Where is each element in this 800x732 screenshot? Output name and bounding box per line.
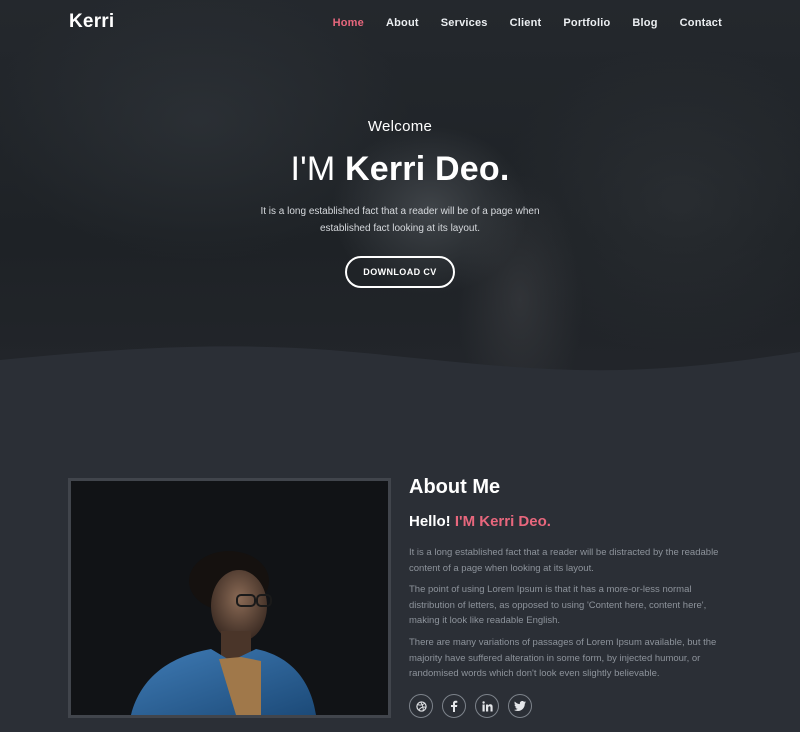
twitter-icon[interactable]: [508, 694, 532, 718]
about-title-bold: About: [409, 476, 467, 498]
hero-section: Kerri Home About Services Client Portfol…: [0, 0, 800, 400]
download-cv-button[interactable]: DOWNLOAD CV: [345, 256, 455, 288]
about-title-rest: Me: [466, 476, 501, 498]
nav-menu: Home About Services Client Portfolio Blo…: [311, 17, 722, 29]
dribbble-icon[interactable]: [409, 694, 433, 718]
hero-title-prefix: I'M: [290, 150, 345, 188]
logo[interactable]: Kerri: [69, 11, 114, 33]
about-hello-name: I'M Kerri Deo.: [454, 513, 551, 530]
nav-item-client[interactable]: Client: [510, 17, 542, 29]
nav-item-portfolio[interactable]: Portfolio: [563, 17, 610, 29]
linkedin-icon[interactable]: [475, 694, 499, 718]
person-portrait-image: [71, 481, 388, 715]
about-paragraph-2: The point of using Lorem Ipsum is that i…: [409, 584, 707, 626]
nav-item-contact[interactable]: Contact: [680, 17, 722, 29]
hero-welcome: Welcome: [367, 118, 433, 135]
hero-title: I'M Kerri Deo.: [0, 150, 800, 189]
about-hello-prefix: Hello!: [409, 513, 455, 530]
nav-item-services[interactable]: Services: [441, 17, 488, 29]
hero-description: It is a long established fact that a rea…: [260, 206, 540, 234]
facebook-icon[interactable]: [442, 694, 466, 718]
about-paragraph-1: It is a long established fact that a rea…: [409, 547, 719, 574]
hero-title-name: Kerri Deo.: [345, 150, 510, 188]
nav-item-home[interactable]: Home: [333, 17, 364, 29]
social-links: [409, 694, 532, 718]
about-hello: Hello! I'M Kerri Deo.: [409, 513, 551, 530]
about-photo: [68, 478, 391, 718]
nav-item-blog[interactable]: Blog: [632, 17, 657, 29]
nav-item-about[interactable]: About: [386, 17, 419, 29]
navbar: Kerri Home About Services Client Portfol…: [0, 0, 800, 48]
about-paragraph-3: There are many variations of passages of…: [409, 637, 717, 679]
about-title: About Me: [409, 476, 500, 499]
hero-wave-divider: [0, 346, 800, 400]
